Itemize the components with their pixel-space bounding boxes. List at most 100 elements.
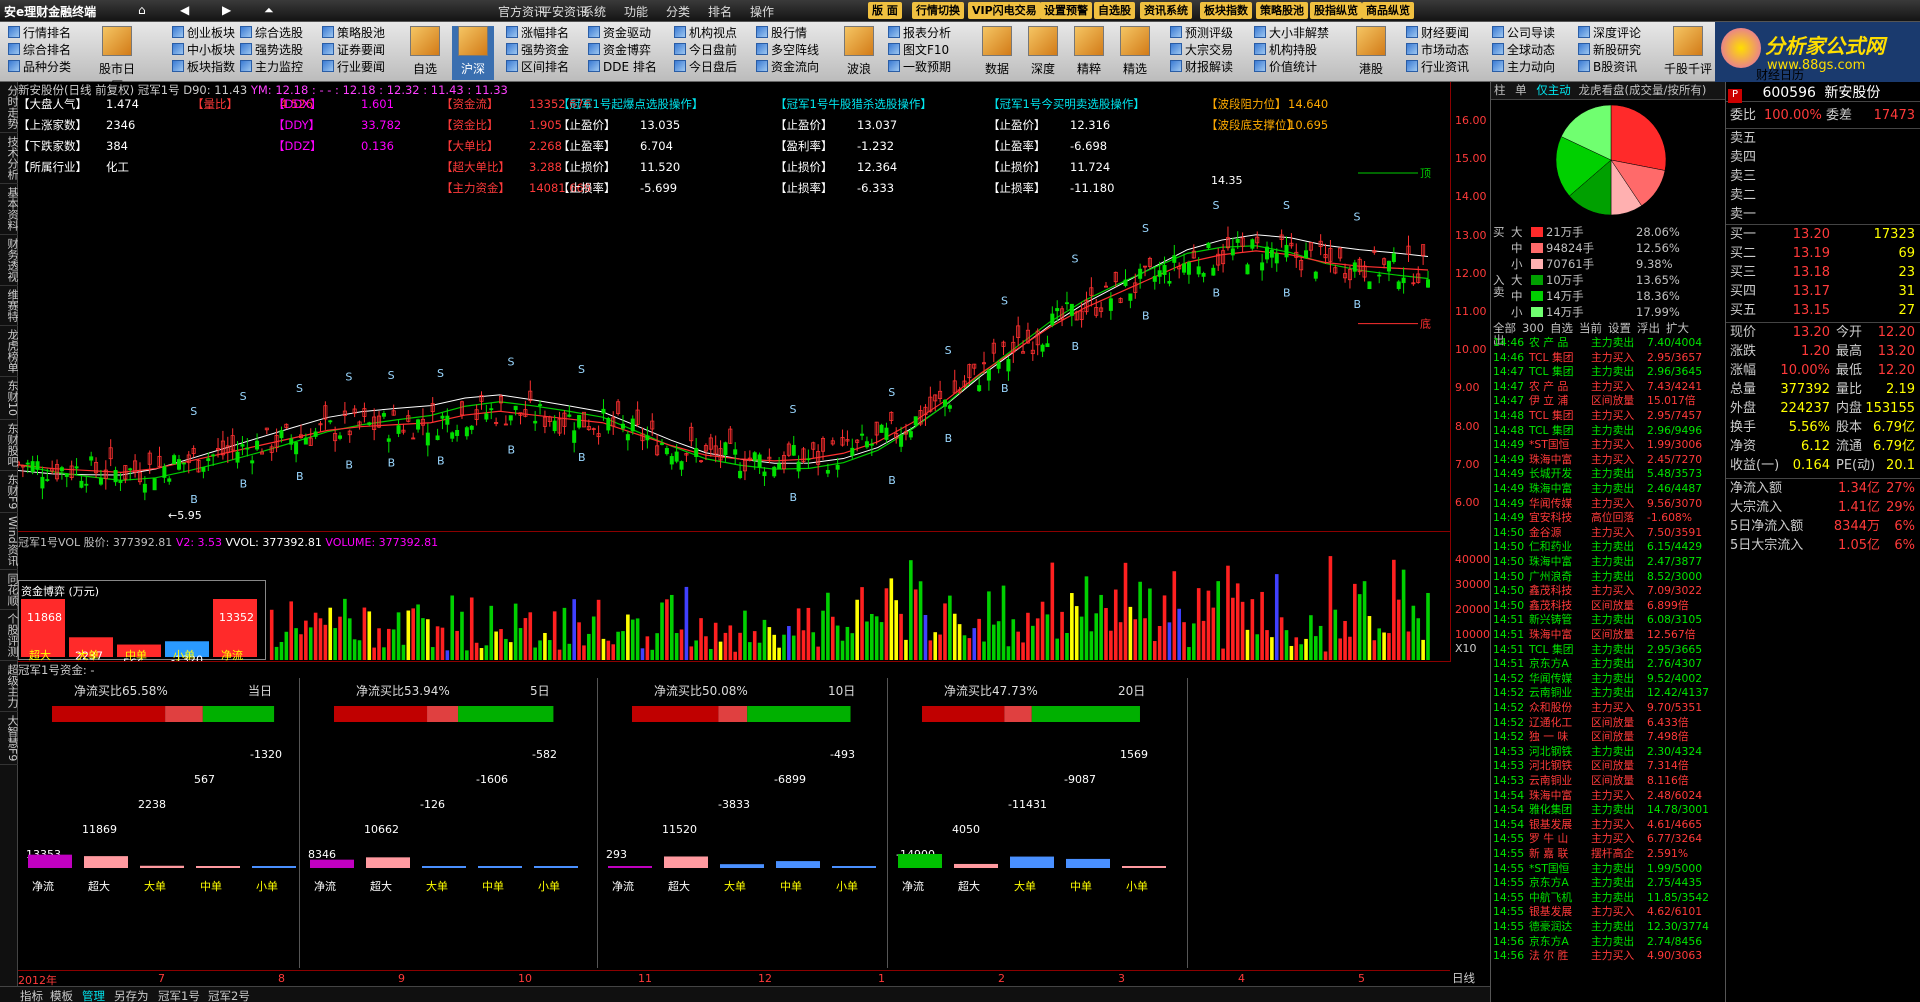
trade-row[interactable]: 14:52 华闻传媒 主力卖出 9.52/4002 xyxy=(1493,672,1702,687)
header-button[interactable]: 设置预警 xyxy=(1040,2,1092,19)
tb-item[interactable]: 资金博弈 xyxy=(588,42,657,59)
bottom-tab[interactable]: 模板 xyxy=(46,988,77,1002)
tb-data-button[interactable]: 数据 xyxy=(976,26,1018,77)
tb-item[interactable]: 综合选股 xyxy=(240,25,303,42)
tb-select-button[interactable]: 精选 xyxy=(1114,26,1156,77)
tb-item[interactable]: 中小板块 xyxy=(172,42,235,59)
tb-item[interactable]: 深度评论 xyxy=(1578,25,1641,42)
tb-item[interactable]: 图文F10 xyxy=(888,42,951,59)
tb-item[interactable]: 公司导读 xyxy=(1492,25,1555,42)
tb-item[interactable]: 全球动态 xyxy=(1492,42,1555,59)
tb-item[interactable]: 品种分类 xyxy=(8,59,71,76)
trade-row[interactable]: 14:49 珠海中富 主力卖出 2.46/4487 xyxy=(1493,482,1702,497)
tb-item[interactable]: 一致预期 xyxy=(888,59,951,76)
vtab[interactable]: 东财股吧 xyxy=(0,420,19,471)
tb-item[interactable]: 报表分析 xyxy=(888,25,951,42)
header-button[interactable]: VIP闪电交易 xyxy=(968,2,1041,19)
vtab[interactable]: 个股评测 xyxy=(0,610,19,661)
trade-row[interactable]: 14:54 珠海中富 主力买入 2.48/6024 xyxy=(1493,789,1702,804)
trade-filter[interactable]: 全部 xyxy=(1493,321,1516,335)
trade-row[interactable]: 14:55 德豪润达 主力卖出 12.30/3774 xyxy=(1493,920,1709,935)
trade-row[interactable]: 14:51 京东方A 主力卖出 2.76/4307 xyxy=(1493,657,1702,672)
tb-item[interactable]: 新股研究 xyxy=(1578,42,1641,59)
tb-item[interactable]: DDE 排名 xyxy=(588,59,657,76)
tb-item[interactable]: 股行情 xyxy=(756,25,819,42)
tb-item[interactable]: 多空阵线 xyxy=(756,42,819,59)
vtab[interactable]: 维赛特 xyxy=(0,286,19,326)
trade-row[interactable]: 14:55 银基发展 主力买入 4.62/6101 xyxy=(1493,905,1702,920)
tb-item[interactable]: 行业资讯 xyxy=(1406,59,1469,76)
menu-item[interactable]: 系统 xyxy=(582,3,606,20)
header-button[interactable]: 行情切换 xyxy=(912,2,964,19)
tb-item[interactable]: 大小非解禁 xyxy=(1254,25,1329,42)
tb-essence-button[interactable]: 精粹 xyxy=(1068,26,1110,77)
tb-comment-button[interactable]: 千股千评 xyxy=(1660,26,1716,77)
trade-filter[interactable]: 300 xyxy=(1522,321,1544,335)
bottom-tab[interactable]: 冠军2号 xyxy=(204,988,254,1002)
vtab[interactable]: 超级主力 xyxy=(0,661,19,712)
trade-row[interactable]: 14:55 京东方A 主力卖出 2.75/4435 xyxy=(1493,876,1702,891)
trade-row[interactable]: 14:49 华闻传媒 主力买入 9.56/3070 xyxy=(1493,497,1702,512)
trade-row[interactable]: 14:51 珠海中富 区间放量 12.567倍 xyxy=(1493,628,1696,643)
header-button[interactable]: 股指纵览 xyxy=(1310,2,1362,19)
trade-row[interactable]: 14:55 中航飞机 主力卖出 11.85/3542 xyxy=(1493,891,1709,906)
trade-row[interactable]: 14:48 TCL 集团 主力卖出 2.96/9496 xyxy=(1493,424,1702,439)
header-button[interactable]: 板块指数 xyxy=(1200,2,1252,19)
tb-item[interactable]: 区间排名 xyxy=(506,59,569,76)
trade-row[interactable]: 14:56 京东方A 主力卖出 2.74/8456 xyxy=(1493,935,1702,950)
trade-row[interactable]: 14:54 银基发展 主力买入 4.61/4665 xyxy=(1493,818,1702,833)
tb-item[interactable]: 主力监控 xyxy=(240,59,303,76)
tb-item[interactable]: 机构视点 xyxy=(674,25,737,42)
tb-item[interactable]: 大宗交易 xyxy=(1170,42,1233,59)
bottom-tab[interactable]: 管理 xyxy=(78,988,109,1002)
dt-tab-bar[interactable]: 柱 xyxy=(1494,83,1506,97)
vtab[interactable]: 大智慧F9 xyxy=(0,712,19,766)
menu-item[interactable]: 操作 xyxy=(750,3,774,20)
tb-item[interactable]: 资金流向 xyxy=(756,59,819,76)
trade-row[interactable]: 14:49 珠海中富 主力买入 2.45/7270 xyxy=(1493,453,1702,468)
trade-row[interactable]: 14:52 辽通化工 区间放量 6.433倍 xyxy=(1493,716,1689,731)
trade-row[interactable]: 14:47 伊 立 浦 区间放量 15.017倍 xyxy=(1493,394,1696,409)
tb-item[interactable]: 财经要闻 xyxy=(1406,25,1469,42)
trade-row[interactable]: 14:50 广州浪奇 主力卖出 8.52/3000 xyxy=(1493,570,1702,585)
tb-item[interactable]: 主力动向 xyxy=(1492,59,1555,76)
header-button[interactable]: 资讯系统 xyxy=(1140,2,1192,19)
dt-tab-single[interactable]: 单 xyxy=(1515,83,1527,97)
tb-item[interactable]: 价值统计 xyxy=(1254,59,1329,76)
tb-item[interactable]: B股资讯 xyxy=(1578,59,1641,76)
menu-item[interactable]: 功能 xyxy=(624,3,648,20)
trade-row[interactable]: 14:52 云南铜业 主力卖出 12.42/4137 xyxy=(1493,686,1709,701)
vtab[interactable]: 龙虎榜单 xyxy=(0,326,19,377)
trade-filter[interactable]: 当前 xyxy=(1579,321,1602,335)
trade-row[interactable]: 14:50 仁和药业 主力卖出 6.15/4429 xyxy=(1493,540,1702,555)
tb-item[interactable]: 预测评级 xyxy=(1170,25,1233,42)
vtab[interactable]: 东财F9 xyxy=(0,471,19,514)
tb-item[interactable]: 行业要闻 xyxy=(322,59,385,76)
trade-row[interactable]: 14:53 云南铜业 区间放量 8.116倍 xyxy=(1493,774,1689,789)
trade-filter[interactable]: 设置 xyxy=(1608,321,1631,335)
trade-row[interactable]: 14:46 TCL 集团 主力买入 2.95/3657 xyxy=(1493,351,1702,366)
tb-item[interactable]: 今日盘后 xyxy=(674,59,737,76)
vtab[interactable]: 分时走势 xyxy=(0,82,19,133)
trade-row[interactable]: 14:52 众和股份 主力买入 9.70/5351 xyxy=(1493,701,1702,716)
header-button[interactable]: 商品纵览 xyxy=(1362,2,1414,19)
vtab[interactable]: 东财10 xyxy=(0,377,19,420)
tb-item[interactable]: 今日盘前 xyxy=(674,42,737,59)
trade-filter[interactable]: 扩大 xyxy=(1666,321,1689,335)
tb-wave-button[interactable]: 波浪 xyxy=(838,26,880,77)
trade-row[interactable]: 14:49 长城开发 主力卖出 5.48/3573 xyxy=(1493,467,1702,482)
trade-filter[interactable]: 自选 xyxy=(1550,321,1573,335)
period-label[interactable]: 日线 xyxy=(1452,970,1475,986)
trade-row[interactable]: 14:49 宜安科技 高位回落 -1.608% xyxy=(1493,511,1692,526)
vtab[interactable]: Wind资讯 xyxy=(0,513,19,570)
trade-row[interactable]: 14:50 珠海中富 主力卖出 2.47/3877 xyxy=(1493,555,1702,570)
tb-item[interactable]: 机构持股 xyxy=(1254,42,1329,59)
trade-row[interactable]: 14:53 河北钢铁 区间放量 7.314倍 xyxy=(1493,759,1689,774)
trade-row[interactable]: 14:49 *ST国恒 主力买入 1.99/3006 xyxy=(1493,438,1702,453)
trade-row[interactable]: 14:51 TCL 集团 主力卖出 2.95/3665 xyxy=(1493,643,1702,658)
home-icon[interactable]: ⌂ xyxy=(138,3,146,17)
trade-row[interactable]: 14:55 罗 牛 山 主力买入 6.77/3264 xyxy=(1493,832,1702,847)
forward-icon[interactable]: ▶ xyxy=(222,3,231,17)
vtab[interactable]: 同花顺 xyxy=(0,570,19,610)
tb-item[interactable]: 强势选股 xyxy=(240,42,303,59)
